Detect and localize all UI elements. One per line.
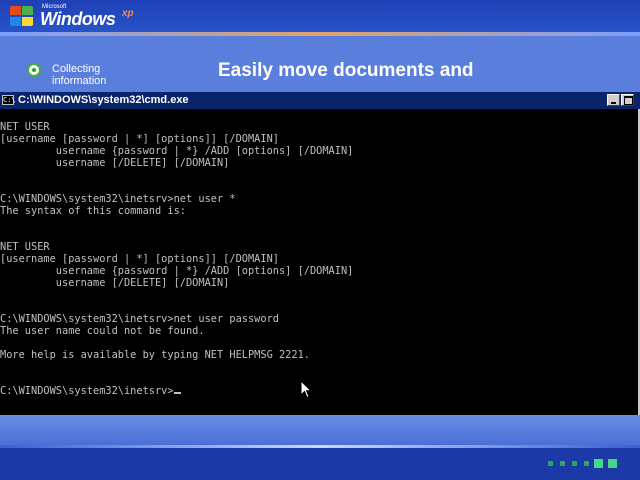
logo-product-text: Windows — [40, 9, 116, 29]
cmd-app-icon[interactable]: C:\ — [2, 95, 16, 105]
mouse-pointer-icon — [300, 380, 312, 399]
windows-flag-icon — [10, 6, 36, 28]
footer-dark-band — [0, 448, 640, 480]
console-line: username [/DELETE] [/DOMAIN] — [0, 157, 230, 169]
console-line: More help is available by typing NET HEL… — [0, 349, 310, 361]
cmd-window[interactable]: C:\ C:\WINDOWS\system32\cmd.exe NET USER… — [0, 92, 640, 415]
console-line: username {password | *} /ADD [options] [… — [0, 265, 354, 277]
setup-headline: Easily move documents and — [218, 60, 474, 81]
console-line: NET USER — [0, 241, 50, 253]
progress-dot — [584, 461, 589, 466]
console-line: [username [password | *] [options]] [/DO… — [0, 253, 279, 265]
console-line: C:\WINDOWS\system32\inetsrv>net user * — [0, 193, 236, 205]
text-cursor — [173, 392, 181, 394]
progress-dot — [594, 459, 603, 468]
maximize-button[interactable] — [621, 94, 634, 106]
console-line: username {password | *} /ADD [options] [… — [0, 145, 354, 157]
setup-progress-indicator — [548, 459, 628, 469]
progress-dot — [548, 461, 553, 466]
minimize-button[interactable] — [607, 94, 620, 106]
setup-step-label: Collecting information — [52, 63, 107, 87]
progress-dot — [608, 459, 617, 468]
console-line: [username [password | *] [options]] [/DO… — [0, 133, 279, 145]
console-line: The user name could not be found. — [0, 325, 205, 337]
console-line: C:\WINDOWS\system32\inetsrv>net user pas… — [0, 313, 279, 325]
logo-version-text: xp — [122, 8, 134, 19]
current-step-bullet-icon — [27, 63, 41, 77]
cmd-console-output[interactable]: NET USER [username [password | *] [option… — [0, 109, 636, 415]
console-line: username [/DELETE] [/DOMAIN] — [0, 277, 230, 289]
cmd-titlebar[interactable]: C:\ C:\WINDOWS\system32\cmd.exe — [0, 92, 640, 109]
cmd-window-title: C:\WINDOWS\system32\cmd.exe — [18, 94, 189, 106]
console-line: C:\WINDOWS\system32\inetsrv> — [0, 385, 636, 397]
progress-dot — [572, 461, 577, 466]
console-line: The syntax of this command is: — [0, 205, 186, 217]
windows-xp-logo: Microsoft Windows xp — [10, 4, 160, 30]
progress-dot — [560, 461, 565, 466]
console-line: NET USER — [0, 121, 50, 133]
footer-band — [0, 415, 640, 445]
